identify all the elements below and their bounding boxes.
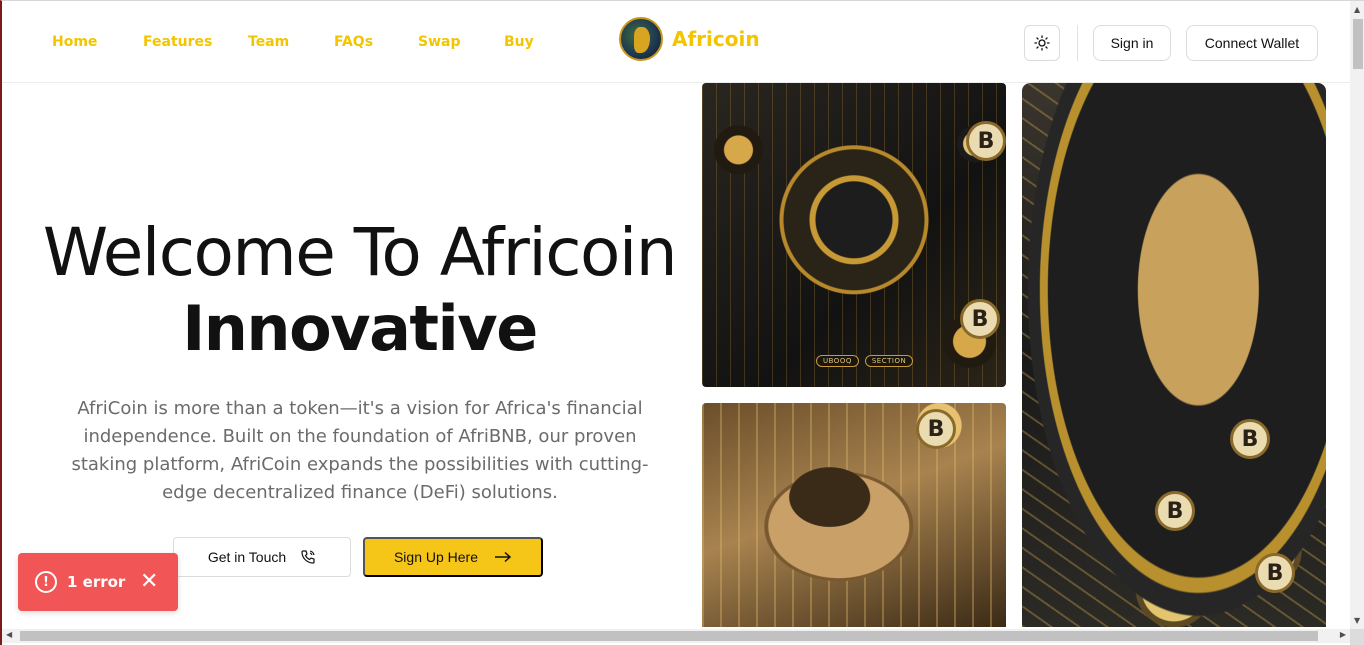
africoin-logo (619, 17, 663, 61)
bitcoin-icon: B (966, 121, 1006, 161)
bitcoin-icon: B (1255, 553, 1295, 593)
horizontal-scroll-thumb[interactable] (20, 631, 1318, 641)
connect-wallet-button[interactable]: Connect Wallet (1186, 25, 1318, 61)
scrollbar-corner (1350, 629, 1364, 645)
bitcoin-icon: B (960, 299, 1000, 339)
alert-circle-icon: ! (35, 571, 57, 593)
scroll-left-icon[interactable]: ◀ (6, 630, 12, 639)
error-count: 1 error (67, 573, 126, 591)
hero-title-line2: Innovative (182, 292, 538, 365)
bitcoin-icon: B (916, 409, 956, 449)
arrow-right-icon (495, 551, 512, 563)
main-nav: Home Features Team FAQs Swap Buy (52, 34, 564, 50)
error-toast[interactable]: ! 1 error ✕ (18, 553, 178, 611)
scroll-up-icon[interactable]: ▲ (1354, 5, 1360, 14)
nav-swap[interactable]: Swap (418, 34, 504, 50)
bitcoin-icon: B (1230, 419, 1270, 459)
theme-toggle-button[interactable] (1024, 25, 1060, 61)
sun-icon (1034, 35, 1050, 51)
image-tags: UBOOQ SECTION (816, 355, 914, 367)
get-in-touch-label: Get in Touch (207, 549, 287, 565)
nav-team[interactable]: Team (248, 34, 334, 50)
nav-faqs[interactable]: FAQs (334, 34, 418, 50)
brand-name: Africoin (672, 27, 760, 51)
header-divider (1077, 25, 1078, 61)
hero-title-line1: Welcome To Africoin (42, 214, 678, 291)
browser-viewport: Home Features Team FAQs Swap Buy Africoi… (0, 0, 1364, 645)
site-header: Home Features Team FAQs Swap Buy Africoi… (2, 1, 1350, 83)
nav-home[interactable]: Home (52, 34, 143, 50)
african-mask-gold-image: B B UBOOQ SECTION (702, 83, 1006, 387)
sign-up-label: Sign Up Here (393, 549, 479, 565)
vertical-scrollbar[interactable]: ▲ ▼ (1350, 1, 1364, 629)
brand[interactable]: Africoin (619, 17, 760, 61)
scroll-right-icon[interactable]: ▶ (1340, 630, 1346, 639)
sign-up-button[interactable]: Sign Up Here (363, 537, 543, 577)
nav-buy[interactable]: Buy (504, 34, 564, 50)
vertical-scroll-thumb[interactable] (1353, 19, 1363, 69)
image-tag: UBOOQ (816, 355, 859, 367)
nav-features[interactable]: Features (143, 34, 248, 50)
close-icon[interactable]: ✕ (140, 571, 158, 593)
sign-in-button[interactable]: Sign in (1093, 25, 1171, 61)
image-tag: SECTION (864, 355, 914, 367)
africa-map-woman-image: B (702, 403, 1006, 627)
africa-globe-coins-image: B B B (1022, 83, 1326, 627)
hero-title: Welcome To Africoin Innovative (32, 215, 687, 367)
get-in-touch-button[interactable]: Get in Touch (173, 537, 351, 577)
horizontal-scrollbar[interactable]: ◀ ▶ (2, 629, 1350, 643)
scroll-down-icon[interactable]: ▼ (1354, 616, 1360, 625)
hero-description: AfriCoin is more than a token—it's a vis… (71, 398, 649, 503)
bitcoin-icon: B (1155, 491, 1195, 531)
phone-icon (301, 550, 315, 564)
